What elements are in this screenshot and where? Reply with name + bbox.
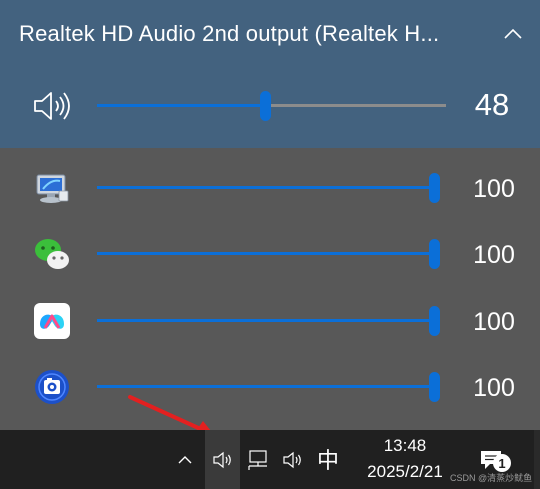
wechat-icon[interactable] bbox=[33, 235, 71, 273]
clock-date[interactable]: 2025/2/21 bbox=[350, 462, 460, 482]
network-tray-button[interactable] bbox=[244, 447, 272, 473]
taskbar: 中 13:48 2025/2/21 1 CSDN @清蒸炒鱿鱼 bbox=[0, 430, 540, 489]
app-volume-value: 100 bbox=[473, 308, 515, 336]
device-header: Realtek HD Audio 2nd output (Realtek H..… bbox=[0, 0, 540, 148]
baidu-netdisk-icon[interactable] bbox=[33, 302, 71, 340]
second-volume-tray-button[interactable] bbox=[279, 447, 307, 473]
show-hidden-icons-button[interactable] bbox=[172, 447, 198, 473]
collapse-button[interactable] bbox=[498, 20, 528, 48]
app-row-camera: 100 bbox=[0, 361, 540, 413]
app-volume-value: 100 bbox=[473, 241, 515, 269]
app-volume-value: 100 bbox=[473, 175, 515, 203]
slider-fill bbox=[97, 252, 440, 255]
speaker-icon bbox=[283, 451, 301, 469]
show-desktop-button[interactable] bbox=[534, 430, 540, 489]
slider-thumb[interactable] bbox=[429, 306, 440, 336]
slider-thumb[interactable] bbox=[260, 91, 271, 121]
app-volume-slider[interactable] bbox=[97, 173, 440, 203]
app-row-system: 100 bbox=[0, 162, 540, 214]
slider-thumb[interactable] bbox=[429, 173, 440, 203]
camera-app-icon[interactable] bbox=[33, 368, 71, 406]
master-volume-slider[interactable] bbox=[97, 91, 446, 121]
app-volume-list: 100 100 100 100 bbox=[0, 148, 540, 430]
app-row-baidu-netdisk: 100 bbox=[0, 295, 540, 347]
app-volume-slider[interactable] bbox=[97, 306, 440, 336]
slider-fill bbox=[97, 186, 440, 189]
network-icon bbox=[248, 450, 267, 470]
speaker-icon bbox=[212, 451, 231, 468]
slider-fill bbox=[97, 104, 265, 107]
app-volume-value: 100 bbox=[473, 374, 515, 402]
volume-mixer-flyout: Realtek HD Audio 2nd output (Realtek H..… bbox=[0, 0, 540, 430]
ime-indicator[interactable]: 中 bbox=[312, 444, 344, 474]
master-volume-value: 48 bbox=[474, 87, 510, 122]
slider-thumb[interactable] bbox=[429, 372, 440, 402]
chevron-up-icon bbox=[178, 456, 192, 464]
speaker-icon[interactable] bbox=[32, 88, 72, 124]
master-volume-row: 48 bbox=[0, 82, 540, 130]
watermark-text: CSDN @清蒸炒鱿鱼 bbox=[450, 473, 533, 483]
clock-time[interactable]: 13:48 bbox=[372, 436, 438, 456]
chevron-up-icon bbox=[504, 28, 522, 39]
slider-fill bbox=[97, 385, 440, 388]
app-row-wechat: 100 bbox=[0, 228, 540, 280]
slider-thumb[interactable] bbox=[429, 239, 440, 269]
volume-tray-button[interactable] bbox=[205, 430, 240, 489]
slider-fill bbox=[97, 319, 440, 322]
device-title[interactable]: Realtek HD Audio 2nd output (Realtek H..… bbox=[19, 21, 494, 47]
computer-icon[interactable] bbox=[33, 169, 71, 207]
notification-badge: 1 bbox=[493, 454, 511, 472]
app-volume-slider[interactable] bbox=[97, 239, 440, 269]
